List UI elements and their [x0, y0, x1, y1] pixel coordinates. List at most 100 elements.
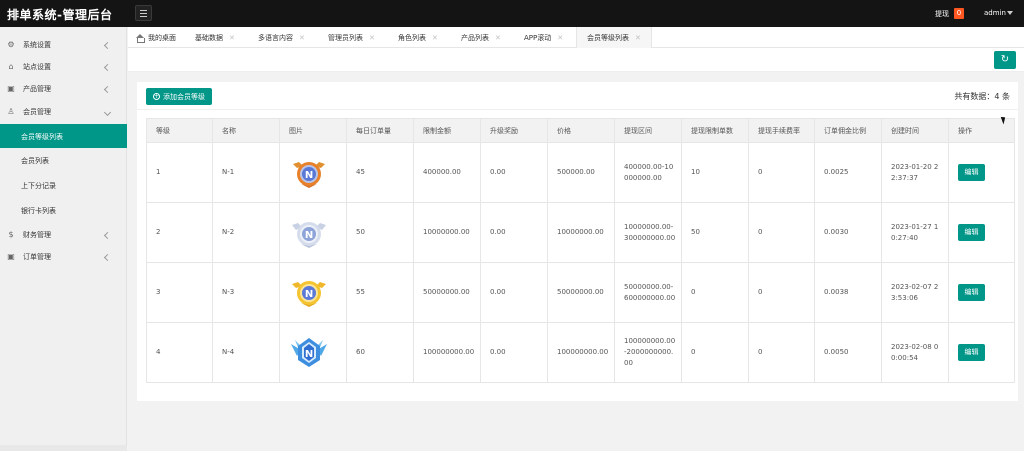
column-header: 创建时间 [881, 118, 949, 143]
cell-range: 400000.00-10000000.00 [614, 142, 682, 203]
cell-limit: 10000000.00 [413, 202, 481, 263]
cell-withdraw-count: 0 [681, 322, 749, 383]
site-icon: ⌂ [8, 62, 14, 71]
tab-app-scroll[interactable]: APP滚动 ✕ [524, 27, 563, 48]
menu-toggle-button[interactable] [135, 5, 152, 21]
refresh-icon: ↻ [1000, 54, 1010, 65]
cell-fee-rate: 0 [748, 322, 815, 383]
chevron-left-icon [103, 231, 112, 239]
cell-withdraw-count: 10 [681, 142, 749, 203]
svg-text:N: N [305, 289, 313, 300]
chevron-left-icon [103, 85, 112, 93]
cell-range: 10000000.00-300000000.00 [614, 202, 682, 263]
cell-fee-rate: 0 [748, 142, 815, 203]
edit-button[interactable]: 编辑 [958, 224, 985, 241]
app-title: 排单系统-管理后台 [7, 8, 113, 22]
column-header: 提现限制单数 [681, 118, 749, 143]
close-icon[interactable]: ✕ [557, 34, 563, 42]
cell-withdraw-count: 50 [681, 202, 749, 263]
sidebar-item-product-management[interactable]: ▣ 产品管理 [0, 78, 127, 100]
column-header: 提现区间 [614, 118, 682, 143]
tab-desktop[interactable]: 我的桌面 [136, 27, 176, 48]
refresh-button[interactable]: ↻ [994, 51, 1016, 69]
sidebar-item-orders[interactable]: ▣ 订单管理 [0, 246, 127, 268]
close-icon[interactable]: ✕ [495, 34, 501, 42]
cell-name: N-4 [212, 322, 280, 383]
cell-daily-orders: 55 [346, 262, 414, 323]
cell-price: 10000000.00 [547, 202, 615, 263]
tab-admin-list[interactable]: 管理员列表 ✕ [328, 27, 375, 48]
sidebar: ⚙ 系统设置 ⌂ 站点设置 ▣ 产品管理 ♙ 会员管理 会员等级列表 会员列表 … [0, 27, 127, 451]
cell-reward: 0.00 [480, 202, 548, 263]
sidebar-subitem-member-levels[interactable]: 会员等级列表 [0, 124, 127, 148]
cell-level: 1 [146, 142, 213, 203]
cell-price: 50000000.00 [547, 262, 615, 323]
sidebar-item-site-settings[interactable]: ⌂ 站点设置 [0, 56, 127, 78]
sidebar-subitem-score-records[interactable]: 上下分记录 [0, 173, 127, 197]
hamburger-icon [140, 9, 147, 11]
close-icon[interactable]: ✕ [299, 34, 305, 42]
tab-member-levels[interactable]: 会员等级列表 ✕ [576, 27, 652, 48]
sidebar-subitem-bank-cards[interactable]: 银行卡列表 [0, 198, 127, 222]
table-row: 3 N-3 N 55 50000000.00 0.00 50000000.00 … [146, 262, 1015, 323]
sidebar-subitem-member-list[interactable]: 会员列表 [0, 148, 127, 172]
cell-fee-rate: 0 [748, 262, 815, 323]
bronze-badge-icon: N [293, 161, 325, 188]
sidebar-item-system-settings[interactable]: ⚙ 系统设置 [0, 34, 127, 56]
cell-level: 3 [146, 262, 213, 323]
cell-reward: 0.00 [480, 142, 548, 203]
column-header: 图片 [279, 118, 347, 143]
user-menu[interactable]: admin [984, 9, 1006, 17]
tab-basic-data[interactable]: 基础数据 ✕ [195, 27, 235, 48]
close-icon[interactable]: ✕ [229, 34, 235, 42]
column-header: 价格 [547, 118, 615, 143]
cell-withdraw-count: 0 [681, 262, 749, 323]
close-icon[interactable]: ✕ [635, 34, 641, 42]
add-member-level-button[interactable]: + 添加会员等级 [146, 88, 212, 105]
column-header: 等级 [146, 118, 213, 143]
sidebar-item-member-management[interactable]: ♙ 会员管理 [0, 101, 127, 123]
chevron-left-icon [103, 41, 112, 49]
chevron-down-icon [103, 108, 112, 116]
cell-limit: 400000.00 [413, 142, 481, 203]
cell-commission: 0.0050 [814, 322, 882, 383]
edit-button[interactable]: 编辑 [958, 344, 985, 361]
diamond-badge-icon: N [291, 337, 327, 367]
edit-button[interactable]: 编辑 [958, 284, 985, 301]
user-icon: ♙ [7, 107, 15, 116]
cell-action: 编辑 [948, 202, 1015, 263]
svg-text:N: N [305, 230, 313, 241]
tab-product-list[interactable]: 产品列表 ✕ [461, 27, 501, 48]
column-header: 限制金额 [413, 118, 481, 143]
tab-role-list[interactable]: 角色列表 ✕ [398, 27, 438, 48]
cell-image: N [279, 322, 347, 383]
top-bar: 排单系统-管理后台 提现 0 admin [0, 0, 1024, 27]
cell-range: 50000000.00-600000000.00 [614, 262, 682, 323]
edit-button[interactable]: 编辑 [958, 164, 985, 181]
caret-down-icon[interactable] [1007, 11, 1013, 15]
cell-name: N-1 [212, 142, 280, 203]
withdraw-link[interactable]: 提现 [935, 9, 949, 19]
content-card: + 添加会员等级 共有数据：4 条 等级 名称 图片 每日订单量 限制金额 升级… [137, 82, 1018, 401]
box-icon: ▣ [7, 252, 15, 261]
cell-name: N-2 [212, 202, 280, 263]
column-header: 名称 [212, 118, 280, 143]
gold-badge-icon: N [292, 280, 326, 307]
withdraw-count-badge[interactable]: 0 [954, 8, 964, 19]
close-icon[interactable]: ✕ [432, 34, 438, 42]
table-row: 2 N-2 N 50 10000000.00 0.00 10000000.00 … [146, 202, 1015, 263]
divider [137, 109, 1018, 110]
cell-limit: 100000000.00 [413, 322, 481, 383]
total-count: 共有数据：4 条 [954, 92, 1010, 101]
sidebar-footer [0, 445, 127, 451]
sidebar-item-finance[interactable]: $ 财务管理 [0, 224, 127, 246]
home-icon [136, 33, 145, 43]
table-header-row: 等级 名称 图片 每日订单量 限制金额 升级奖励 价格 提现区间 提现限制单数 … [146, 118, 1015, 143]
close-icon[interactable]: ✕ [369, 34, 375, 42]
cell-reward: 0.00 [480, 262, 548, 323]
gear-icon: ⚙ [7, 40, 15, 49]
cell-range: 100000000.00-2000000000.00 [614, 322, 682, 383]
cell-name: N-3 [212, 262, 280, 323]
cell-image: N [279, 202, 347, 263]
tab-multilang[interactable]: 多语言内容 ✕ [258, 27, 305, 48]
